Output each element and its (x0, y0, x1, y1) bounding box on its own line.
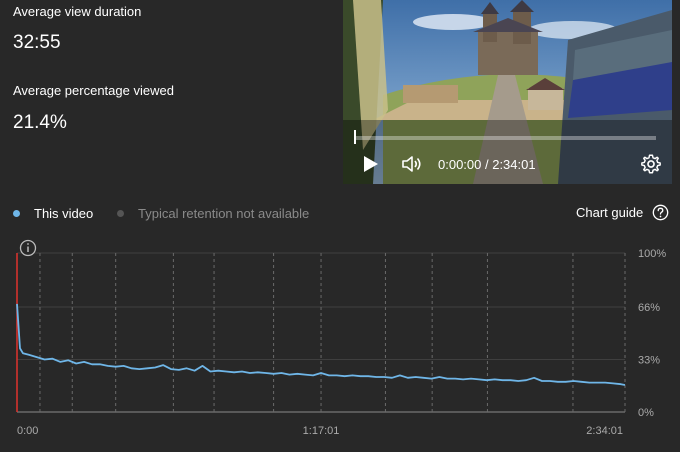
current-time: 0:00:00 (438, 157, 482, 172)
avg-percentage-viewed-value: 21.4% (13, 112, 67, 133)
x-tick-label: 1:17:01 (303, 425, 340, 437)
video-time-readout: 0:00:00 / 2:34:01 (438, 157, 536, 172)
chart-y-ticks: 100% 66% 33% 0% (638, 248, 666, 419)
x-tick-label: 0:00 (17, 425, 38, 437)
video-progress-bar[interactable] (355, 136, 656, 140)
y-tick-label: 0% (638, 407, 654, 419)
avg-view-duration-value: 32:55 (13, 32, 61, 53)
info-icon[interactable] (19, 239, 37, 257)
play-icon[interactable] (362, 154, 380, 174)
legend-label-this-video: This video (34, 206, 94, 221)
legend-dot-this-video (13, 210, 20, 217)
total-time: 2:34:01 (492, 157, 536, 172)
gear-icon[interactable] (640, 153, 662, 175)
legend-dot-typical (117, 210, 124, 217)
avg-percentage-viewed-label: Average percentage viewed (13, 83, 174, 98)
y-tick-label: 33% (638, 355, 660, 367)
x-tick-label: 2:34:01 (586, 425, 623, 437)
legend-typical-retention: Typical retention not available (117, 206, 309, 221)
chart-markers (16, 253, 626, 412)
video-player[interactable]: 0:00:00 / 2:34:01 (343, 0, 672, 184)
legend-label-typical: Typical retention not available (138, 206, 310, 221)
y-tick-label: 66% (638, 302, 660, 314)
chart-guide-link[interactable]: Chart guide (576, 205, 643, 220)
volume-icon[interactable] (401, 154, 423, 174)
help-icon[interactable] (652, 204, 669, 221)
video-progress-thumb[interactable] (354, 130, 356, 144)
chart-annotations (19, 239, 37, 257)
avg-view-duration-label: Average view duration (13, 4, 142, 19)
y-tick-label: 100% (638, 248, 666, 260)
time-separator: / (481, 157, 493, 172)
retention-chart: 100% 66% 33% 0% 0:00 1:17:01 2:34:01 (16, 239, 666, 437)
chart-x-ticks: 0:00 1:17:01 2:34:01 (17, 425, 623, 437)
legend-this-video: This video (13, 206, 93, 221)
